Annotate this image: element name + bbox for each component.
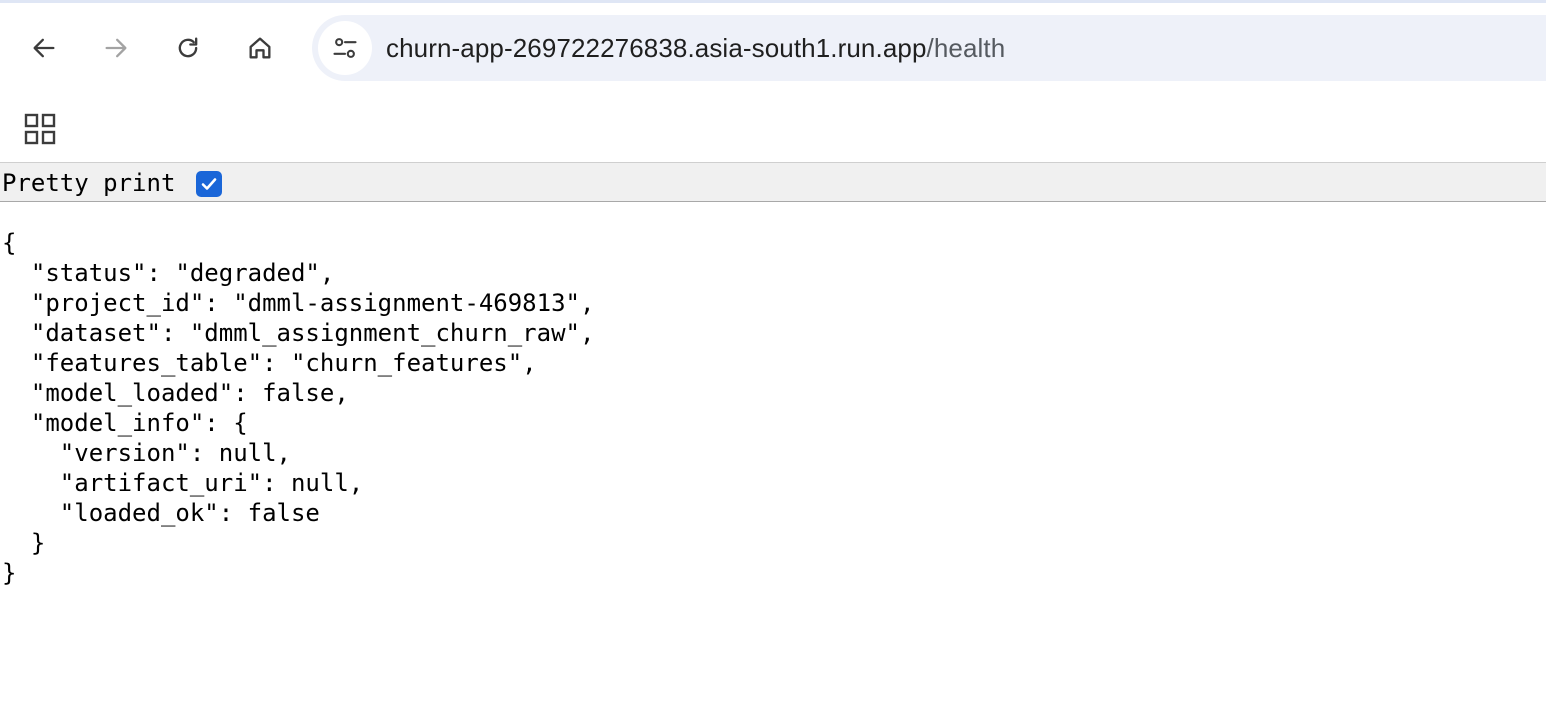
json-line: "version": null, (2, 439, 291, 467)
back-button[interactable] (25, 29, 63, 67)
json-line: { (2, 229, 17, 257)
checkmark-icon (201, 178, 217, 190)
pretty-print-label: Pretty print (2, 169, 176, 197)
url-path: /health (926, 33, 1006, 63)
reload-icon (178, 37, 198, 58)
pretty-print-checkbox[interactable] (196, 171, 222, 197)
json-line: "model_info": { (2, 409, 248, 437)
json-line: "dataset": "dmml_assignment_churn_raw", (2, 319, 595, 347)
json-line: "features_table": "churn_features", (2, 349, 537, 377)
arrow-right-icon (105, 38, 127, 58)
browser-toolbar: churn-app-269722276838.asia-south1.run.a… (0, 3, 1546, 95)
json-line: } (2, 529, 46, 557)
home-button[interactable] (241, 29, 279, 67)
apps-button[interactable] (22, 111, 58, 147)
site-info-button[interactable] (318, 21, 372, 75)
apps-grid-icon (24, 113, 56, 145)
tune-icon (333, 38, 357, 58)
json-line: "status": "degraded", (2, 259, 335, 287)
address-bar[interactable]: churn-app-269722276838.asia-south1.run.a… (312, 15, 1546, 81)
url-text[interactable]: churn-app-269722276838.asia-south1.run.a… (386, 15, 1005, 81)
home-icon (249, 37, 271, 59)
json-line: } (2, 559, 17, 587)
reload-button[interactable] (169, 29, 207, 67)
forward-button[interactable] (97, 29, 135, 67)
json-line: "project_id": "dmml-assignment-469813", (2, 289, 595, 317)
json-line: "loaded_ok": false (2, 499, 320, 527)
json-content: { "status": "degraded", "project_id": "d… (2, 228, 594, 588)
json-line: "artifact_uri": null, (2, 469, 364, 497)
url-host: churn-app-269722276838.asia-south1.run.a… (386, 33, 927, 63)
json-line: "model_loaded": false, (2, 379, 349, 407)
arrow-left-icon (33, 38, 55, 58)
pretty-print-bar: Pretty print (0, 162, 1546, 202)
